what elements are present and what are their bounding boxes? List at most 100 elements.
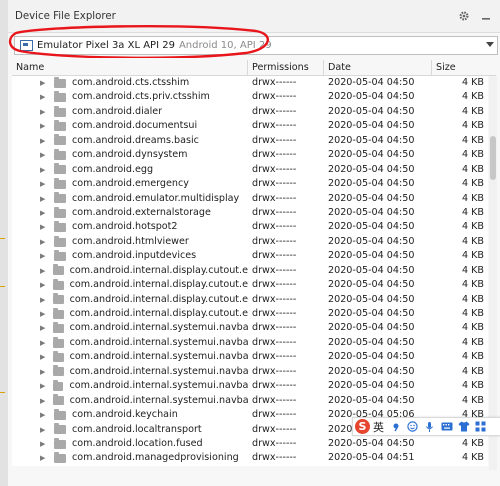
date-cell: 2020-05-04 04:50 [328,163,415,175]
name-cell: ▶ com.android.externalstorage [12,206,248,220]
table-row[interactable]: ▶ com.android.dreams.basic drwx------ 2020-… [12,133,488,149]
chevron-right-icon[interactable]: ▶ [40,235,48,249]
chevron-right-icon[interactable]: ▶ [40,365,47,379]
chevron-right-icon[interactable]: ▶ [40,163,48,177]
date-cell: 2020-05-04 04:50 [328,365,415,377]
size-cell: 4 KB [461,437,484,449]
comma-icon[interactable] [389,420,402,433]
table-row[interactable]: ▶ com.android.dialer drwx------ 2020-05-04 … [12,104,488,120]
table-row[interactable]: ▶ com.android.emergency drwx------ 2020-05-… [12,177,488,192]
permissions-cell: drwx------ [252,163,297,175]
chevron-right-icon[interactable]: ▶ [40,105,48,119]
chevron-right-icon[interactable]: ▶ [40,134,48,148]
name-cell: ▶ com.android.internal.systemui.navbar.th… [12,379,248,393]
keyboard-icon[interactable] [440,420,453,433]
chevron-right-icon[interactable]: ▶ [40,321,47,335]
chevron-right-icon[interactable]: ▶ [40,408,48,422]
minimize-icon[interactable] [478,8,494,24]
folder-icon [54,249,66,261]
chevron-right-icon[interactable]: ▶ [40,336,47,350]
table-row[interactable]: ▶ com.android.documentsui drwx------ 2020-0… [12,119,488,134]
column-header-date[interactable]: Date [324,60,432,75]
chevron-right-icon[interactable]: ▶ [40,90,48,104]
column-header-name[interactable]: Name [12,60,248,75]
chevron-right-icon[interactable]: ▶ [40,119,48,133]
chevron-right-icon[interactable]: ▶ [40,379,47,393]
table-row[interactable]: ▶ com.android.cts.priv.ctsshim drwx------ 2… [12,90,488,105]
chevron-right-icon[interactable]: ▶ [40,350,47,364]
size-cell: 4 KB [461,77,484,88]
size-cell: 4 KB [461,221,484,233]
date-cell: 2020-05-04 04:50 [328,105,415,117]
chevron-right-icon[interactable]: ▶ [40,451,48,465]
chevron-right-icon[interactable]: ▶ [40,293,47,307]
microphone-icon[interactable] [423,420,436,433]
column-header-size[interactable]: Size [432,60,496,75]
device-selector[interactable]: Emulator Pixel 3a XL API 29 Android 10, … [14,36,498,55]
table-row[interactable]: ▶ com.android.egg drwx------ 2020-05-04 04:… [12,162,488,178]
table-row[interactable]: ▶ com.android.emulator.multidisplay drwx--… [12,191,488,206]
permissions-cell: drwx------ [252,279,297,291]
vertical-scrollbar[interactable] [489,76,497,470]
name-cell: ▶ com.android.managedprovisioning [12,451,248,465]
table-row[interactable]: ▶ com.android.cts.ctsshim drwx------ 2020-0… [12,76,488,91]
ime-mode-label[interactable]: 英 [373,419,384,435]
file-name: com.android.internal.systemui.navbar.ges [69,322,248,334]
table-row[interactable]: ▶ com.android.hotspot2 drwx------ 2020-05-0… [12,220,488,235]
table-row[interactable]: ▶ com.android.internal.systemui.navbar.ge… [12,321,488,336]
chevron-right-icon[interactable]: ▶ [40,206,48,220]
folder-icon [54,206,66,218]
permissions-cell: drwx------ [252,91,297,103]
chevron-right-icon[interactable]: ▶ [40,177,48,191]
date-cell: 2020-05-04 04:50 [328,308,415,319]
chevron-right-icon[interactable]: ▶ [40,423,48,437]
file-name: com.android.internal.display.cutout.emul… [69,279,248,291]
folder-icon [54,235,66,247]
folder-icon [54,134,66,146]
emoji-icon[interactable] [406,420,419,433]
name-cell: ▶ com.android.localtransport [12,423,248,437]
chevron-right-icon[interactable]: ▶ [40,307,47,321]
chevron-down-icon[interactable] [483,41,497,50]
chevron-right-icon[interactable]: ▶ [40,264,47,278]
chevron-right-icon[interactable]: ▶ [40,220,48,234]
column-header-permissions[interactable]: Permissions [248,60,324,75]
chevron-right-icon[interactable]: ▶ [40,437,48,451]
grid-icon[interactable] [474,420,487,433]
table-row[interactable]: ▶ com.android.internal.display.cutout.emu… [12,292,488,307]
permissions-cell: drwx------ [252,308,297,319]
chevron-right-icon[interactable]: ▶ [40,394,47,408]
name-cell: ▶ com.android.emergency [12,177,248,191]
table-row[interactable]: ▶ com.android.internal.display.cutout.emu… [12,278,488,293]
table-row[interactable]: ▶ com.android.managedprovisioning drwx----… [12,451,488,466]
sogou-logo-icon[interactable]: S [355,419,370,434]
chevron-right-icon[interactable]: ▶ [40,278,47,292]
date-cell: 2020-05-04 04:50 [328,264,415,276]
table-row[interactable]: ▶ com.android.internal.systemui.navbar.tw… [12,393,488,409]
device-file-explorer-panel: Device File Explorer Emulator Pixel 3a X… [8,0,500,486]
gear-icon[interactable] [456,8,472,24]
chevron-right-icon[interactable]: ▶ [40,192,48,206]
table-row[interactable]: ▶ com.android.location.fused drwx------ 202… [12,436,488,452]
file-name: com.android.internal.systemui.navbar.thr… [69,380,248,392]
table-row[interactable]: ▶ com.android.internal.systemui.navbar.ge… [12,364,488,380]
table-row[interactable]: ▶ com.android.internal.display.cutout.emu… [12,263,488,279]
table-row[interactable]: ▶ com.android.inputdevices drwx------ 2020-… [12,249,488,264]
table-row[interactable]: ▶ com.android.dynsystem drwx------ 2020-05-… [12,148,488,163]
file-name: com.android.documentsui [72,120,198,132]
date-cell: 2020-05-04 04:50 [328,293,415,305]
folder-icon [54,192,66,204]
table-row[interactable]: ▶ com.android.htmlviewer drwx------ 2020-05… [12,234,488,250]
table-row[interactable]: ▶ com.android.internal.systemui.navbar.ge… [12,335,488,351]
table-row[interactable]: ▶ com.android.internal.systemui.navbar.th… [12,379,488,394]
scrollbar-thumb[interactable] [490,136,496,180]
shirt-icon[interactable] [457,420,470,433]
chevron-right-icon[interactable]: ▶ [40,249,48,263]
table-row[interactable]: ▶ com.android.internal.systemui.navbar.ge… [12,350,488,365]
table-row[interactable]: ▶ com.android.externalstorage drwx------ 20… [12,205,488,221]
chevron-right-icon[interactable]: ▶ [40,148,48,162]
table-row[interactable]: ▶ com.android.internal.display.cutout.emu… [12,307,488,322]
chevron-right-icon[interactable]: ▶ [40,76,48,90]
size-cell: 4 KB [461,250,484,262]
permissions-cell: drwx------ [252,293,297,305]
